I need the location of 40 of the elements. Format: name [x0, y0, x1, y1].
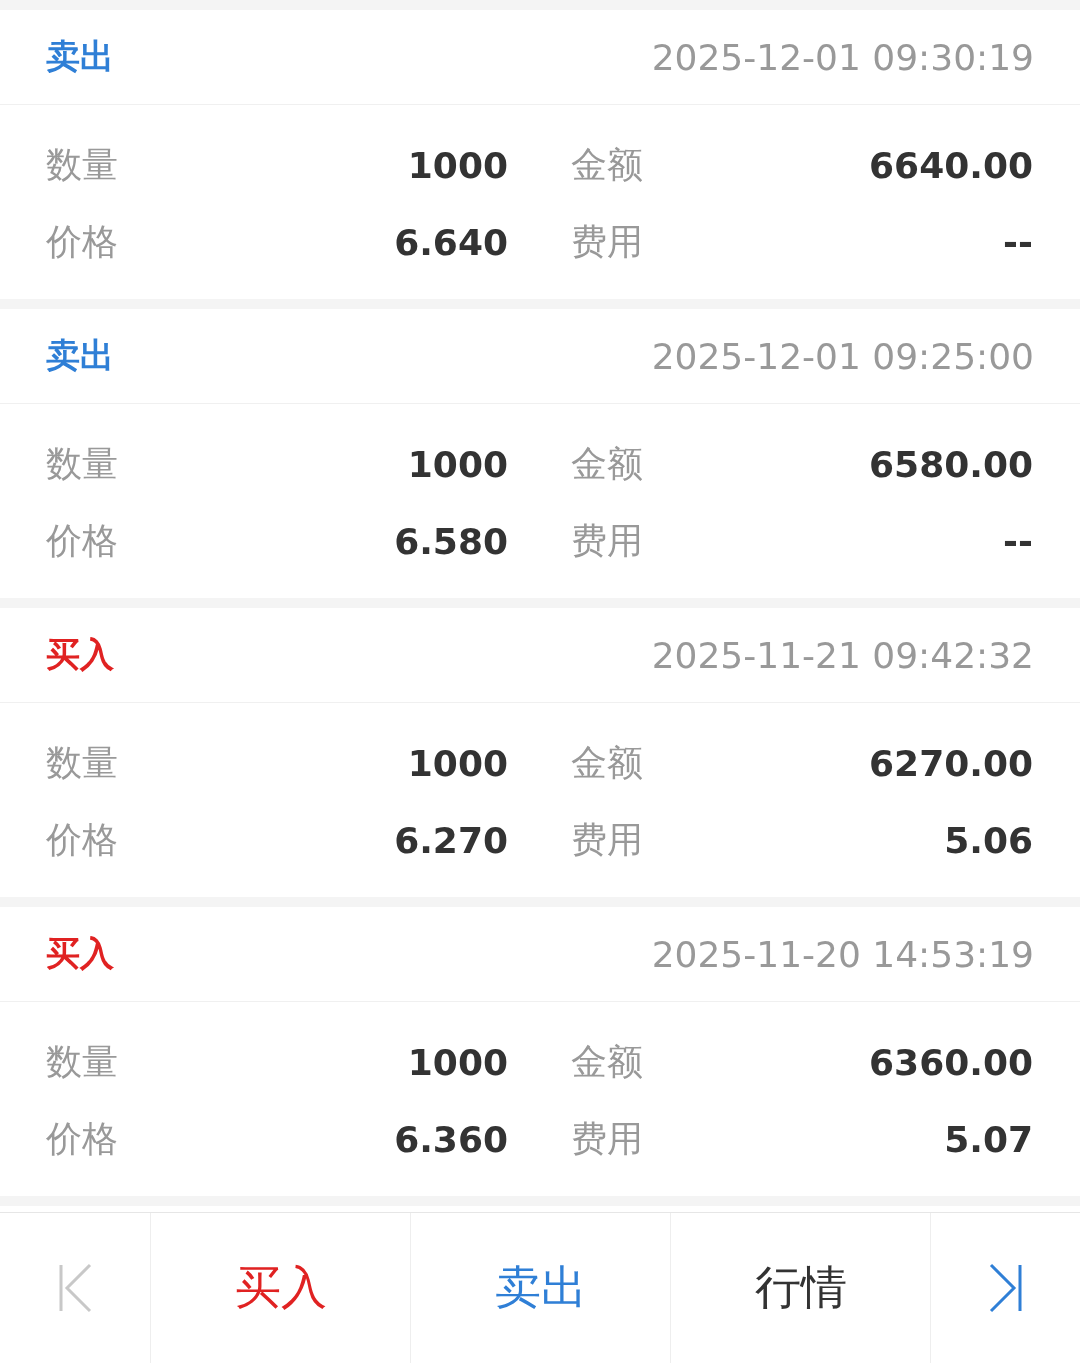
trade-type: 买入: [46, 932, 114, 975]
field-value: 1000: [407, 145, 508, 186]
trade-type: 买入: [46, 633, 114, 676]
field-label: 数量: [46, 741, 118, 785]
trade-type: 卖出: [46, 35, 114, 78]
field-value: 1000: [407, 444, 508, 485]
field-value: 6.270: [394, 820, 508, 861]
field-label: 金额: [571, 143, 643, 187]
field-label: 价格: [46, 1117, 118, 1161]
field-label: 价格: [46, 519, 118, 563]
field-label: 费用: [571, 1117, 643, 1161]
field-value: 6.360: [394, 1119, 508, 1160]
field-value: 1000: [407, 743, 508, 784]
trade-time: 2025-11-21 09:42:32: [651, 634, 1034, 676]
trade-time: 2025-12-01 09:30:19: [651, 36, 1034, 78]
field-value: 6580.00: [869, 444, 1033, 485]
trade-type: 卖出: [46, 334, 114, 377]
field-value: 6.580: [394, 521, 508, 562]
field-label: 金额: [571, 1040, 643, 1084]
field-label: 金额: [571, 442, 643, 486]
field-value: 6270.00: [869, 743, 1033, 784]
field-label: 费用: [571, 818, 643, 862]
field-label: 价格: [46, 818, 118, 862]
field-label: 费用: [571, 519, 643, 563]
field-value: 5.07: [944, 1119, 1033, 1160]
field-value: 1000: [407, 1042, 508, 1083]
field-value: 6640.00: [869, 145, 1033, 186]
field-label: 数量: [46, 1040, 118, 1084]
field-label: 金额: [571, 741, 643, 785]
trade-time: 2025-12-01 09:25:00: [651, 335, 1034, 377]
field-value: 5.06: [944, 820, 1033, 861]
field-label: 数量: [46, 143, 118, 187]
field-value: --: [1003, 521, 1033, 562]
field-value: 6360.00: [869, 1042, 1033, 1083]
trade-time: 2025-11-20 14:53:19: [651, 933, 1034, 975]
field-label: 数量: [46, 442, 118, 486]
field-value: --: [1003, 222, 1033, 263]
field-value: 6.640: [394, 222, 508, 263]
field-label: 价格: [46, 220, 118, 264]
field-label: 费用: [571, 220, 643, 264]
